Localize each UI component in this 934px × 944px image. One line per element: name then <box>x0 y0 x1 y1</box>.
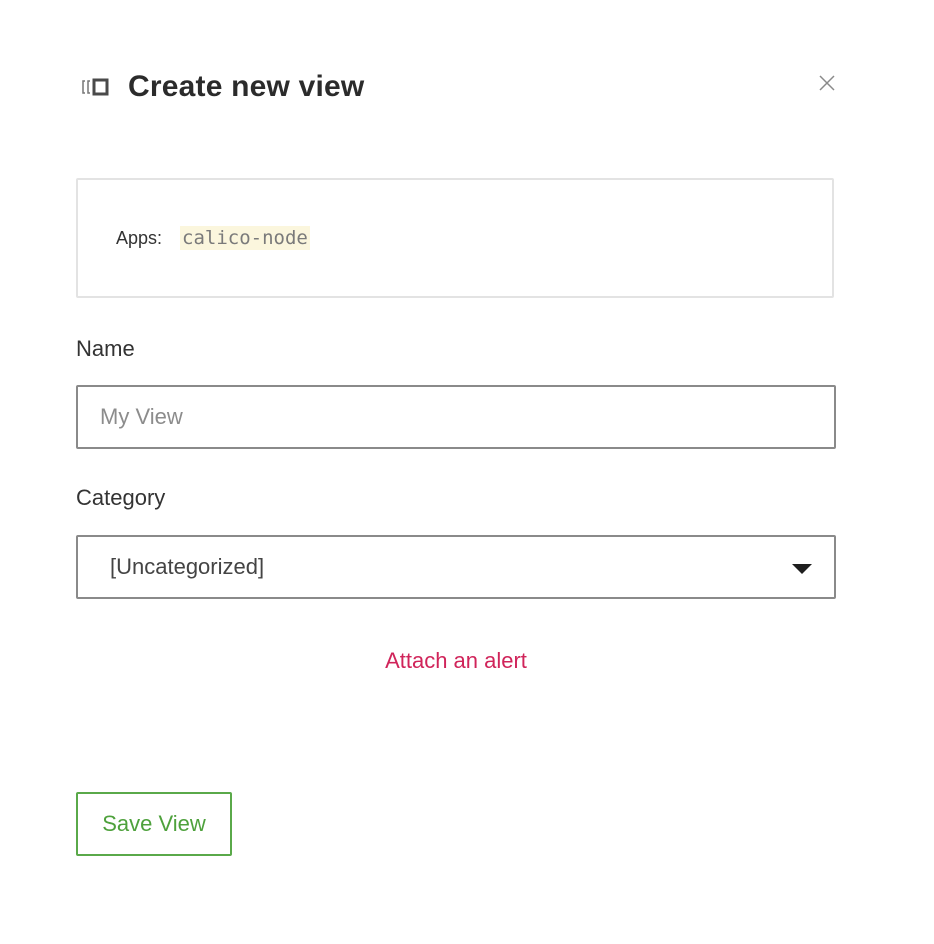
attach-alert-link[interactable]: Attach an alert <box>0 648 912 674</box>
dialog-title: Create new view <box>128 70 365 103</box>
save-view-button[interactable]: Save View <box>76 792 232 856</box>
category-label: Category <box>76 485 166 510</box>
category-select[interactable]: [Uncategorized] <box>76 535 836 599</box>
close-icon <box>819 75 835 91</box>
create-view-dialog: Create new view Apps: calico-node Name C… <box>0 0 934 944</box>
filter-row: Apps: calico-node <box>116 226 310 250</box>
dialog-header: Create new view <box>82 64 364 110</box>
filter-label: Apps: <box>116 227 163 248</box>
view-icon <box>82 77 112 97</box>
name-input[interactable] <box>76 385 836 449</box>
close-button[interactable] <box>815 71 839 95</box>
category-selected-value: [Uncategorized] <box>110 554 265 579</box>
filter-value-chip: calico-node <box>180 226 310 250</box>
filter-summary: Apps: calico-node <box>76 178 834 298</box>
caret-down-icon <box>792 564 812 574</box>
name-label: Name <box>76 336 135 361</box>
